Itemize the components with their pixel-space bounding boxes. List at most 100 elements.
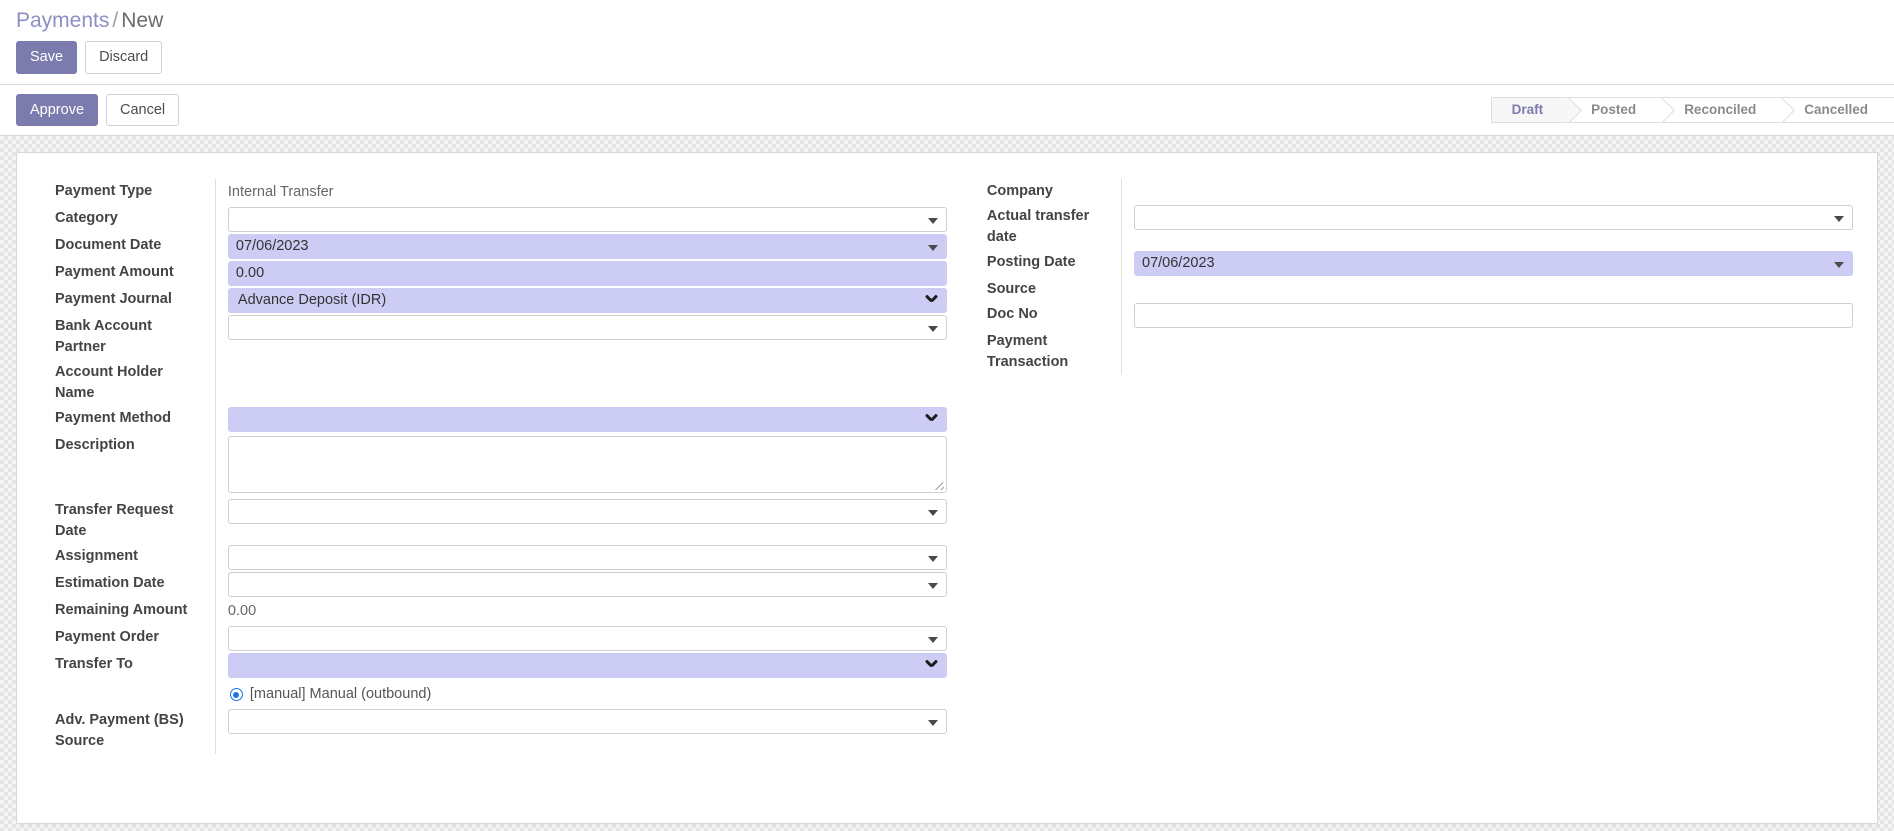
record-toolbar: Save Discard [16,41,1878,74]
field-payment-order: Payment Order [41,625,947,652]
field-payment-type: Payment Type Internal Transfer [41,179,947,206]
sheet-background: Payment Type Internal Transfer Category [0,136,1894,831]
input-category[interactable] [227,207,947,232]
radio-label-manual-outbound[interactable]: [manual] Manual (outbound) [250,684,431,705]
radio-button-icon[interactable] [229,688,243,701]
field-posting-date: Posting Date 07/06/2023 [987,250,1853,277]
chevron-down-icon[interactable] [926,661,937,672]
chevron-down-icon[interactable] [926,415,937,426]
field-remaining-amount: Remaining Amount 0.00 [41,598,947,625]
label-doc-no: Doc No [986,306,1038,322]
calendar-dropdown-triangle-icon[interactable] [927,509,938,516]
input-bank-account-partner[interactable] [227,315,947,340]
label-estimation-date: Estimation Date [55,575,165,591]
label-source: Source [986,281,1037,297]
label-transfer-request-date: Transfer Request Date [55,502,174,539]
radio-option-manual-outbound[interactable]: [manual] Manual (outbound) [228,678,947,707]
form-sheet: Payment Type Internal Transfer Category [16,152,1878,824]
textarea-description[interactable] [227,436,947,493]
status-pill-draft[interactable]: Draft [1490,96,1566,123]
dropdown-triangle-icon[interactable] [927,217,938,224]
input-assignment[interactable] [227,545,947,570]
approve-button[interactable]: Approve [16,93,99,126]
calendar-dropdown-triangle-icon[interactable] [1834,261,1844,268]
label-adv-payment-bs-source: Adv. Payment (BS) Source [55,712,184,749]
field-doc-no: Doc No [987,302,1853,329]
label-document-date: Document Date [55,237,162,253]
chevron-down-icon[interactable] [926,296,937,307]
dropdown-triangle-icon[interactable] [927,555,938,562]
label-payment-order: Payment Order [55,629,159,645]
input-payment-order[interactable] [227,626,947,651]
value-remaining-amount: 0.00 [227,603,257,619]
form-column-right: Company Actual transfer date Posting Dat… [947,179,1853,754]
field-adv-payment-bs-source: Adv. Payment (BS) Source [41,708,947,754]
label-description: Description [55,437,135,453]
dropdown-triangle-icon[interactable] [927,325,938,332]
statusbar: Draft Posted Reconciled Cancelled [1490,96,1894,123]
field-company: Company [987,179,1853,204]
value-payment-journal: Advance Deposit (IDR) [237,292,387,308]
breadcrumb-separator: / [112,9,119,32]
discard-button[interactable]: Discard [85,41,163,74]
breadcrumb: Payments / New [16,7,1878,35]
input-actual-transfer-date[interactable] [1134,205,1853,230]
field-description: Description [41,433,947,498]
select-payment-method[interactable] [227,407,947,432]
label-account-holder-name: Account Holder Name [55,364,163,401]
action-bar: Approve Cancel Draft Posted Reconciled C… [0,84,1894,136]
control-panel: Payments / New Save Discard [0,0,1894,85]
label-payment-method: Payment Method [55,410,172,426]
calendar-dropdown-triangle-icon[interactable] [927,582,938,589]
save-button[interactable]: Save [16,41,78,74]
label-assignment: Assignment [55,548,138,564]
field-document-date: Document Date 07/06/2023 [41,233,947,260]
breadcrumb-root-link[interactable]: Payments [16,9,109,32]
value-payment-type: Internal Transfer [227,184,334,200]
field-assignment: Assignment [41,544,947,571]
field-transfer-request-date: Transfer Request Date [41,498,947,544]
workflow-buttons: Approve Cancel [16,93,180,126]
field-category: Category [41,206,947,233]
cancel-button[interactable]: Cancel [106,93,180,126]
field-bank-account-partner: Bank Account Partner [41,314,947,360]
input-payment-amount[interactable]: 0.00 [227,261,947,286]
value-posting-date: 07/06/2023 [1142,255,1215,271]
field-actual-transfer-date: Actual transfer date [987,204,1853,250]
label-transfer-to: Transfer To [55,656,133,672]
label-bank-account-partner: Bank Account Partner [55,318,152,355]
dropdown-triangle-icon[interactable] [927,719,938,726]
status-pill-reconciled[interactable]: Reconciled [1658,96,1779,123]
label-company: Company [986,183,1053,199]
calendar-dropdown-triangle-icon[interactable] [1834,215,1844,222]
select-payment-journal[interactable]: Advance Deposit (IDR) [227,288,947,313]
input-adv-payment-bs-source[interactable] [227,709,947,734]
input-document-date[interactable]: 07/06/2023 [227,234,947,259]
label-actual-transfer-date: Actual transfer date [986,208,1090,245]
field-payment-transaction: Payment Transaction [987,329,1853,375]
label-payment-journal: Payment Journal [55,291,172,307]
input-transfer-request-date[interactable] [227,499,947,524]
calendar-dropdown-triangle-icon[interactable] [927,244,938,251]
field-account-holder-name: Account Holder Name [41,360,947,406]
label-remaining-amount: Remaining Amount [55,602,188,618]
status-pill-cancelled[interactable]: Cancelled [1778,96,1894,123]
field-payment-amount: Payment Amount 0.00 [41,260,947,287]
input-doc-no[interactable] [1134,303,1853,328]
field-payment-method: Payment Method [41,406,947,433]
field-estimation-date: Estimation Date [41,571,947,598]
input-posting-date[interactable]: 07/06/2023 [1134,251,1853,276]
label-posting-date: Posting Date [986,254,1076,270]
breadcrumb-current: New [121,9,164,32]
select-transfer-to[interactable] [227,653,947,678]
dropdown-triangle-icon[interactable] [927,636,938,643]
resize-grip-icon[interactable] [933,479,944,490]
field-payment-journal: Payment Journal Advance Deposit (IDR) [41,287,947,314]
field-transfer-to: Transfer To [manual] Manual (outbound) [41,652,947,708]
input-estimation-date[interactable] [227,572,947,597]
label-category: Category [55,210,118,226]
value-payment-amount: 0.00 [235,265,265,281]
field-source: Source [987,277,1853,302]
label-payment-transaction: Payment Transaction [986,333,1069,370]
label-payment-amount: Payment Amount [55,264,174,280]
